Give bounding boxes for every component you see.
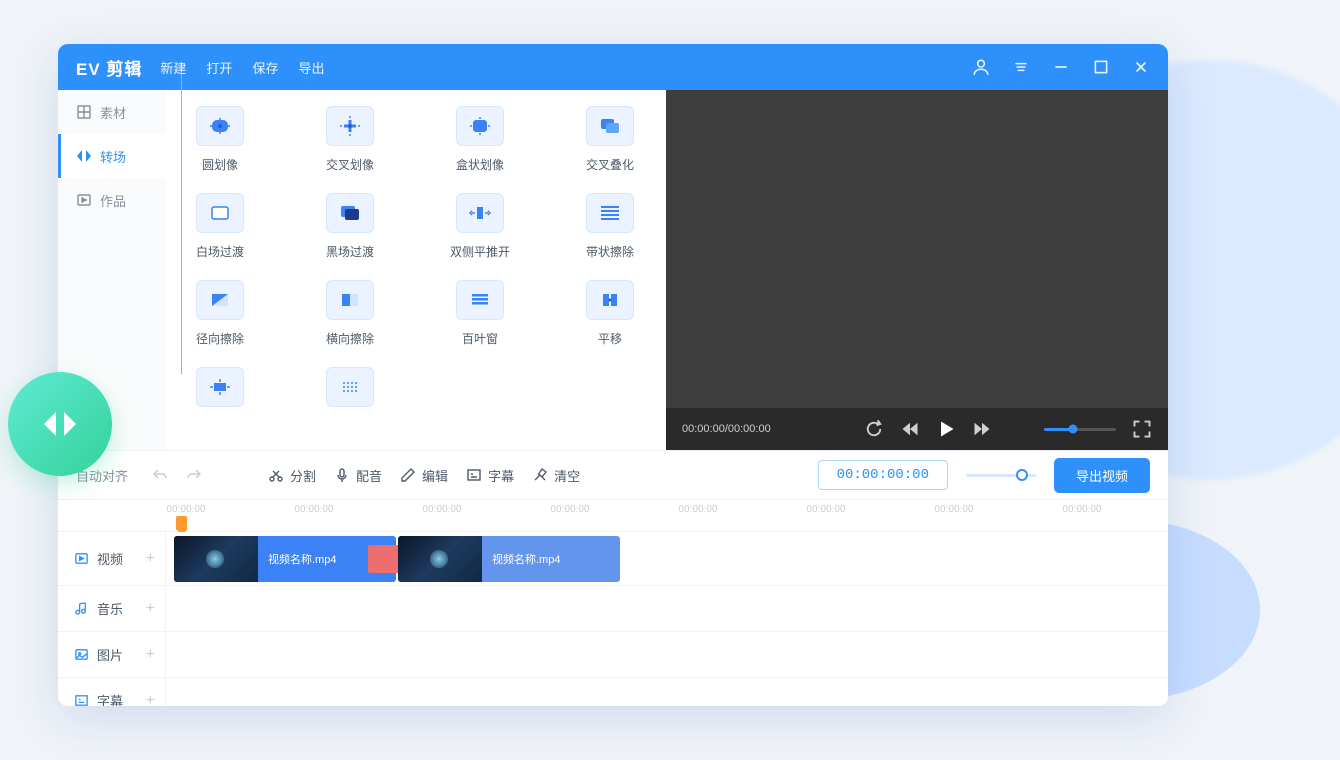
user-icon[interactable] xyxy=(972,58,990,76)
play-button[interactable] xyxy=(936,419,956,439)
forward-button[interactable] xyxy=(972,419,992,439)
transition-box-wipe[interactable]: 盒状划像 xyxy=(450,106,510,173)
clip-thumbnail xyxy=(174,536,258,582)
titlebar: EV 剪辑 新建 打开 保存 导出 xyxy=(58,44,1168,90)
menu-open[interactable]: 打开 xyxy=(206,58,232,77)
export-video-button[interactable]: 导出视频 xyxy=(1054,458,1150,493)
sidebar-item-material[interactable]: 素材 xyxy=(58,90,166,134)
menu-export[interactable]: 导出 xyxy=(298,58,324,77)
transition-cross-dissolve[interactable]: 交叉叠化 xyxy=(580,106,640,173)
replay-button[interactable] xyxy=(864,419,884,439)
split-button[interactable]: 分割 xyxy=(268,466,316,485)
sidebar-item-works[interactable]: 作品 xyxy=(58,178,166,222)
redo-button[interactable] xyxy=(186,467,202,483)
rewind-button[interactable] xyxy=(900,419,920,439)
zoom-slider[interactable] xyxy=(966,474,1036,477)
preview-controls: 00:00:00/00:00:00 xyxy=(666,408,1168,450)
transition-black-fade[interactable]: 黑场过渡 xyxy=(320,193,380,260)
timeline: 00:00:00 00:00:00 00:00:00 00:00:00 00:0… xyxy=(58,500,1168,706)
transition-cross-wipe[interactable]: 交叉划像 xyxy=(320,106,380,173)
video-clip[interactable]: 视频名称.mp4 xyxy=(174,536,396,582)
timecode-display: 00:00:00:00 xyxy=(818,460,948,490)
maximize-button[interactable] xyxy=(1092,58,1110,76)
transition-item[interactable] xyxy=(190,367,250,407)
sidebar-label: 作品 xyxy=(100,191,126,210)
preview-timecode: 00:00:00/00:00:00 xyxy=(682,423,771,435)
preview-video[interactable] xyxy=(666,90,1168,408)
menu-bar: 新建 打开 保存 导出 xyxy=(160,58,324,77)
transition-push-both[interactable]: 双侧平推开 xyxy=(450,193,510,260)
transition-band-wipe[interactable]: 带状擦除 xyxy=(580,193,640,260)
add-track-button[interactable]: + xyxy=(146,646,155,664)
transition-blinds[interactable]: 百叶窗 xyxy=(450,280,510,347)
tracks: 视频 + 视频名称.mp4 视频名称.mp4 音乐+ xyxy=(58,532,1168,706)
add-track-button[interactable]: + xyxy=(146,692,155,707)
transition-item[interactable] xyxy=(320,367,380,407)
menu-icon[interactable] xyxy=(1012,58,1030,76)
transition-horizontal-wipe[interactable]: 横向擦除 xyxy=(320,280,380,347)
sidebar-label: 素材 xyxy=(100,103,126,122)
close-button[interactable] xyxy=(1132,58,1150,76)
add-track-button[interactable]: + xyxy=(146,550,155,568)
undo-button[interactable] xyxy=(152,467,168,483)
sidebar-item-transition[interactable]: 转场 xyxy=(58,134,166,178)
edit-button[interactable]: 编辑 xyxy=(400,466,448,485)
fullscreen-button[interactable] xyxy=(1132,419,1152,439)
app-badge-icon xyxy=(8,372,112,476)
app-logo: EV 剪辑 xyxy=(76,55,142,80)
transition-circle-wipe[interactable]: 圆划像 xyxy=(190,106,250,173)
clip-thumbnail xyxy=(398,536,482,582)
video-clip[interactable]: 视频名称.mp4 xyxy=(398,536,620,582)
menu-new[interactable]: 新建 xyxy=(160,58,186,77)
track-head-video: 视频 + xyxy=(58,532,166,585)
preview-pane: 00:00:00/00:00:00 xyxy=(666,90,1168,450)
add-track-button[interactable]: + xyxy=(146,600,155,618)
track-image: 图片+ xyxy=(58,632,1168,678)
timeline-ruler[interactable]: 00:00:00 00:00:00 00:00:00 00:00:00 00:0… xyxy=(58,500,1168,532)
menu-save[interactable]: 保存 xyxy=(252,58,278,77)
transition-white-fade[interactable]: 白场过渡 xyxy=(190,193,250,260)
track-body[interactable]: 视频名称.mp4 视频名称.mp4 xyxy=(166,532,1168,585)
transition-grid: 圆划像 交叉划像 盒状划像 交叉叠化 白场过渡 黑场过渡 双侧平推开 带状擦除 … xyxy=(166,90,666,450)
sidebar-label: 转场 xyxy=(100,147,126,166)
subtitle-button[interactable]: 字幕 xyxy=(466,466,514,485)
timeline-toolbar: 自动对齐 分割 配音 编辑 字幕 清空 00:00:00:00 导出视频 xyxy=(58,450,1168,500)
playhead[interactable] xyxy=(176,516,187,530)
transition-radial-wipe[interactable]: 径向擦除 xyxy=(190,280,250,347)
track-subtitle: 字幕+ xyxy=(58,678,1168,706)
voice-button[interactable]: 配音 xyxy=(334,466,382,485)
window-controls xyxy=(972,58,1150,76)
volume-slider[interactable] xyxy=(1044,428,1116,431)
minimize-button[interactable] xyxy=(1052,58,1070,76)
app-window: EV 剪辑 新建 打开 保存 导出 素材 转场 xyxy=(58,44,1168,706)
track-video: 视频 + 视频名称.mp4 视频名称.mp4 xyxy=(58,532,1168,586)
track-music: 音乐+ xyxy=(58,586,1168,632)
transition-pan[interactable]: 平移 xyxy=(580,280,640,347)
upper-panel: 素材 转场 作品 圆划像 交叉划像 盒状划像 交叉叠化 白场过渡 黑场过渡 双侧… xyxy=(58,90,1168,450)
clear-button[interactable]: 清空 xyxy=(532,466,580,485)
